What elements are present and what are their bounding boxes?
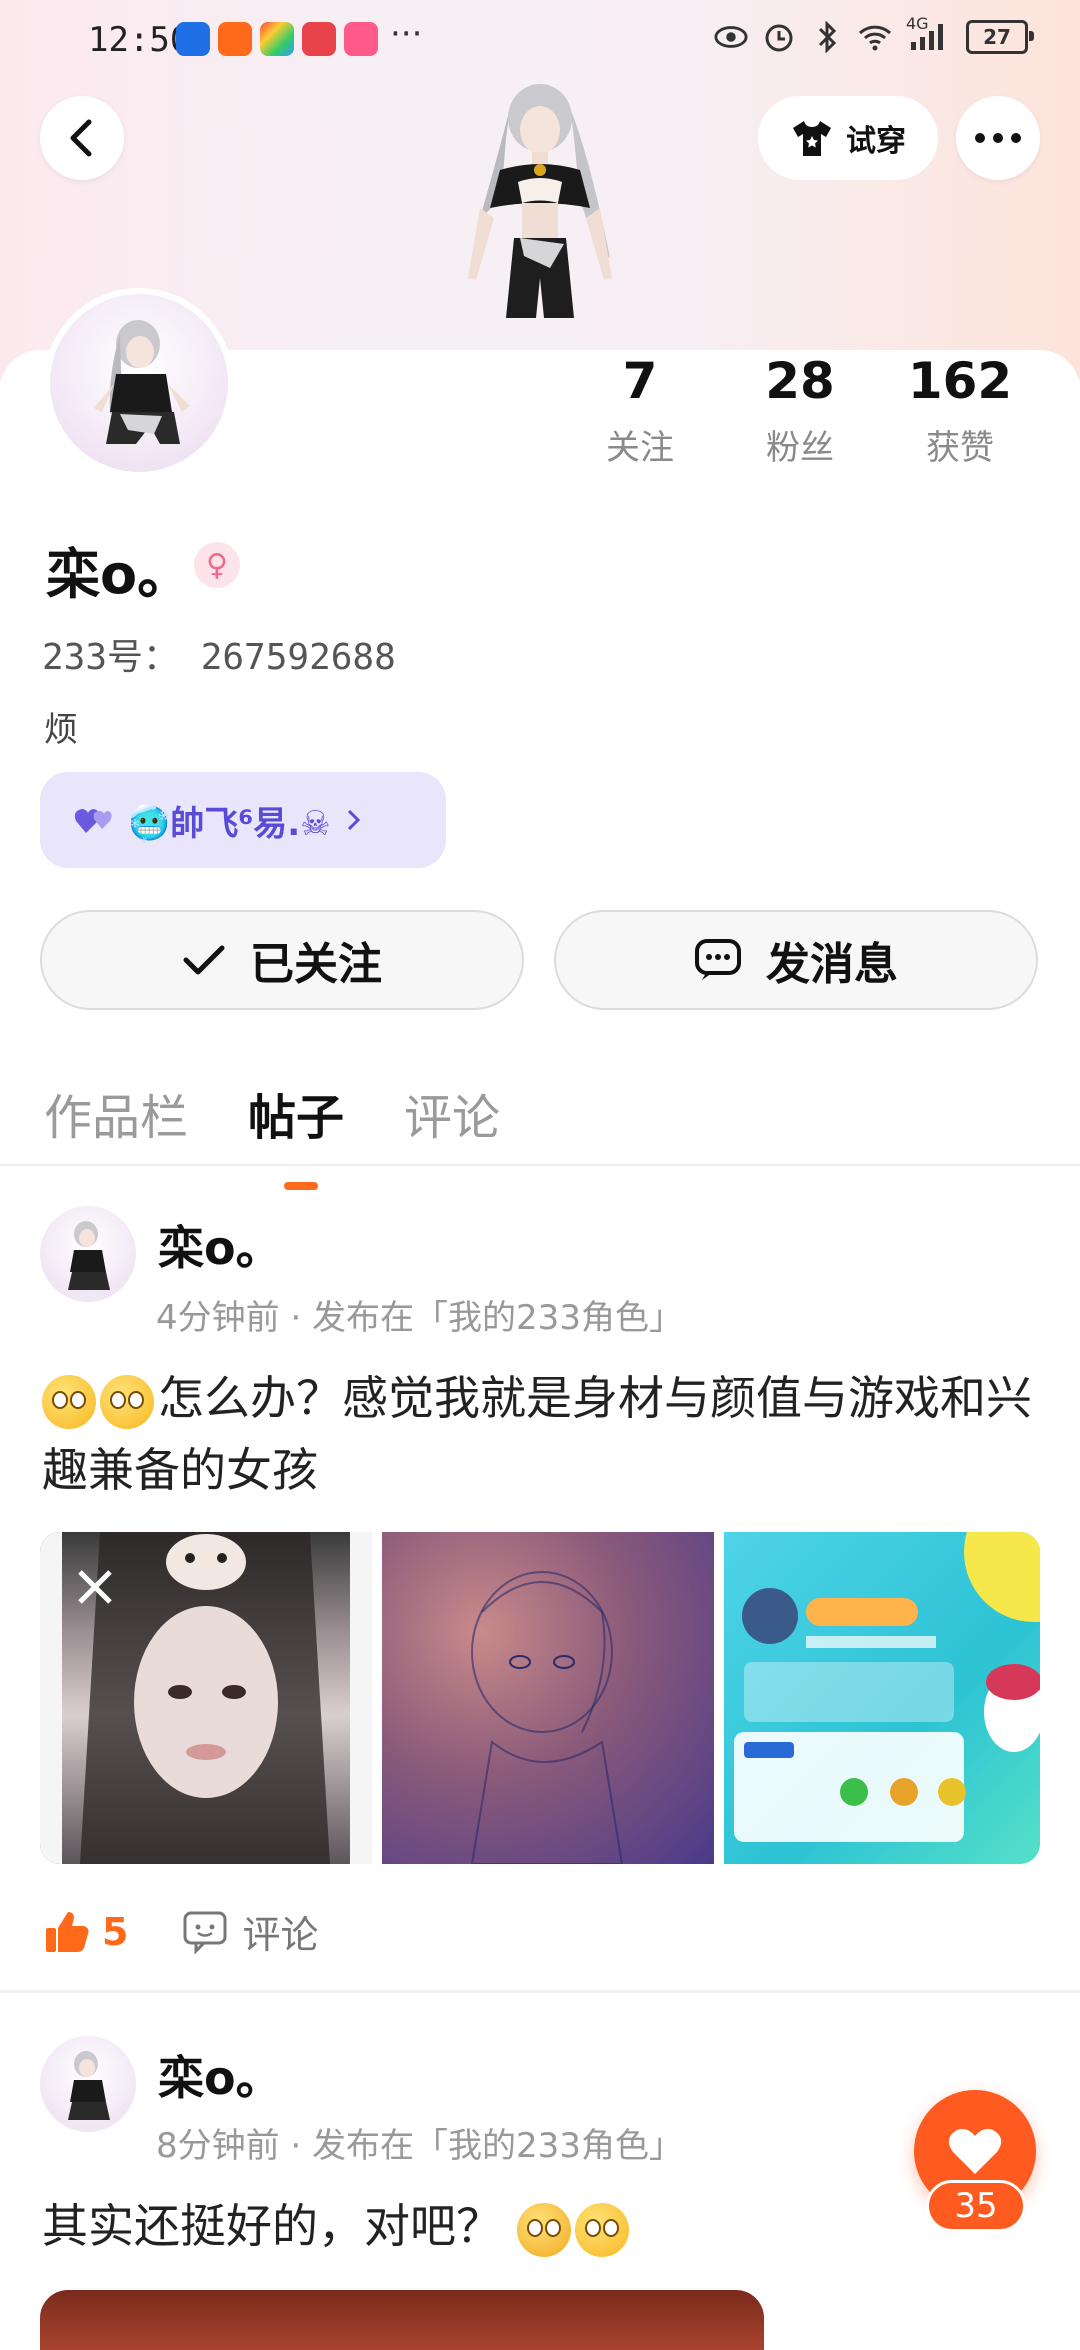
- followed-label: 已关注: [250, 939, 382, 990]
- notification-icons: [176, 22, 378, 56]
- more-notifications-icon: ···: [390, 14, 423, 54]
- followers-count: 28: [765, 352, 835, 410]
- try-on-button[interactable]: 试穿: [758, 96, 938, 180]
- status-time: 12:50: [88, 20, 191, 60]
- eye-roll-emoji-icon: [100, 1374, 154, 1429]
- colorful-app-icon: [260, 22, 294, 56]
- bluetooth-icon: [810, 20, 844, 54]
- network-type: 4G: [906, 14, 929, 33]
- profile-avatar[interactable]: [44, 288, 234, 478]
- shushing-emoji-icon: [516, 2202, 571, 2257]
- following-label: 关注: [606, 428, 674, 468]
- post-meta[interactable]: 4分钟前 · 发布在「我的233角色」: [156, 1290, 683, 1339]
- avatar-image: [68, 1221, 110, 1290]
- tab-posts-label: 帖子: [248, 1090, 345, 1146]
- signal-icon: 4G: [906, 14, 952, 54]
- like-count: 5: [102, 1909, 129, 1954]
- post-text[interactable]: 其实还挺好的，对吧？: [42, 2190, 1042, 2262]
- relationship-tag[interactable]: 🥶帥飞⁶易.☠: [40, 772, 446, 868]
- followers-stat[interactable]: 28 粉丝: [720, 352, 880, 469]
- chat-bubble-icon: [695, 939, 741, 980]
- comment-button[interactable]: 评论: [182, 1904, 318, 1959]
- bulb-app-icon: [176, 22, 210, 56]
- like-button[interactable]: 5: [44, 1910, 128, 1954]
- chevron-right-icon: [347, 809, 360, 831]
- active-tab-indicator: [284, 1182, 319, 1190]
- wifi-icon: [858, 20, 892, 54]
- floating-like-count: 35: [926, 2180, 1026, 2232]
- user-id: 233号： 267592688: [42, 637, 396, 678]
- post-text-content: 怎么办？感觉我就是身材与颜值与游戏和兴趣兼备的女孩: [42, 1371, 1032, 1497]
- post-text[interactable]: 怎么办？感觉我就是身材与颜值与游戏和兴趣兼备的女孩: [42, 1362, 1042, 1506]
- followed-button[interactable]: 已关注: [40, 910, 524, 1010]
- checkmark-icon: [183, 945, 225, 975]
- tab-posts[interactable]: 帖子: [248, 1078, 345, 1190]
- thumbs-up-icon: [46, 1911, 89, 1952]
- female-gender-icon: ♀: [194, 542, 240, 588]
- app-233-pink-icon: [344, 22, 378, 56]
- followers-label: 粉丝: [766, 428, 834, 468]
- comment-label: 评论: [242, 1913, 319, 1957]
- post-separator: [0, 1990, 1080, 1993]
- sketch-image: [470, 1571, 624, 1864]
- post-image-game-stats[interactable]: [724, 1532, 1040, 1864]
- try-on-label: 试穿: [846, 124, 906, 159]
- more-dots-icon: [975, 133, 1021, 143]
- book-app-icon: [302, 22, 336, 56]
- post-text-content: 其实还挺好的，对吧？: [42, 2199, 502, 2253]
- post-image-sketch[interactable]: [382, 1532, 714, 1864]
- following-count: 7: [622, 352, 658, 410]
- post-author-name[interactable]: 栾o。: [158, 1212, 282, 1278]
- post-author-avatar[interactable]: [40, 2036, 136, 2132]
- eye-icon: [714, 20, 748, 54]
- send-message-label: 发消息: [766, 939, 898, 990]
- tab-works[interactable]: 作品栏: [44, 1078, 188, 1148]
- eye-roll-emoji-icon: [574, 2202, 629, 2257]
- eye-roll-emoji-icon: [42, 1374, 96, 1429]
- post-actions: 5 评论: [44, 1904, 318, 1959]
- avatar-image: [94, 320, 190, 444]
- post-meta[interactable]: 8分钟前 · 发布在「我的233角色」: [156, 2118, 683, 2167]
- tab-divider: [0, 1164, 1080, 1166]
- user-bio: 烦: [44, 710, 78, 750]
- heart-icon: [948, 2128, 1002, 2174]
- back-button[interactable]: [40, 96, 124, 180]
- post-item[interactable]: 栾o。 4分钟前 · 发布在「我的233角色」 怎么办？感觉我就是身材与颜值与游…: [0, 1200, 1080, 2000]
- post-author-name[interactable]: 栾o。: [158, 2042, 282, 2108]
- likes-label: 获赞: [926, 428, 994, 468]
- profile-stats: 7 关注 28 粉丝 162 获赞: [560, 352, 1040, 469]
- avatar-image: [68, 2051, 110, 2120]
- comment-icon: [183, 1911, 227, 1954]
- tab-comments[interactable]: 评论: [404, 1078, 500, 1148]
- tshirt-icon: [793, 121, 831, 156]
- hearts-icon: [74, 809, 112, 833]
- username: 栾o。: [46, 543, 192, 606]
- alarm-icon: [762, 20, 796, 54]
- post-author-avatar[interactable]: [40, 1206, 136, 1302]
- game-stats-screenshot: [734, 1532, 1040, 1842]
- chevron-left-icon: [70, 119, 92, 157]
- likes-count: 162: [907, 352, 1013, 410]
- post-image-preview[interactable]: [40, 2290, 764, 2350]
- app-233-icon: [218, 22, 252, 56]
- system-icons: 4G 27: [714, 14, 1034, 54]
- selfie-image: [40, 1532, 372, 1864]
- avatar-character-figure[interactable]: [440, 78, 640, 350]
- relationship-tag-label: 🥶帥飞⁶易.☠: [128, 803, 331, 844]
- following-stat[interactable]: 7 关注: [560, 352, 720, 469]
- profile-tabs: 作品栏 帖子 评论: [44, 1078, 500, 1190]
- status-bar: 12:50 ··· 4G 27: [0, 0, 1080, 84]
- battery-icon: 27: [966, 20, 1034, 54]
- post-image-row: [40, 1532, 1040, 1864]
- likes-stat[interactable]: 162 获赞: [880, 352, 1040, 469]
- send-message-button[interactable]: 发消息: [554, 910, 1038, 1010]
- more-options-button[interactable]: [956, 96, 1040, 180]
- post-image-selfie[interactable]: [40, 1532, 372, 1864]
